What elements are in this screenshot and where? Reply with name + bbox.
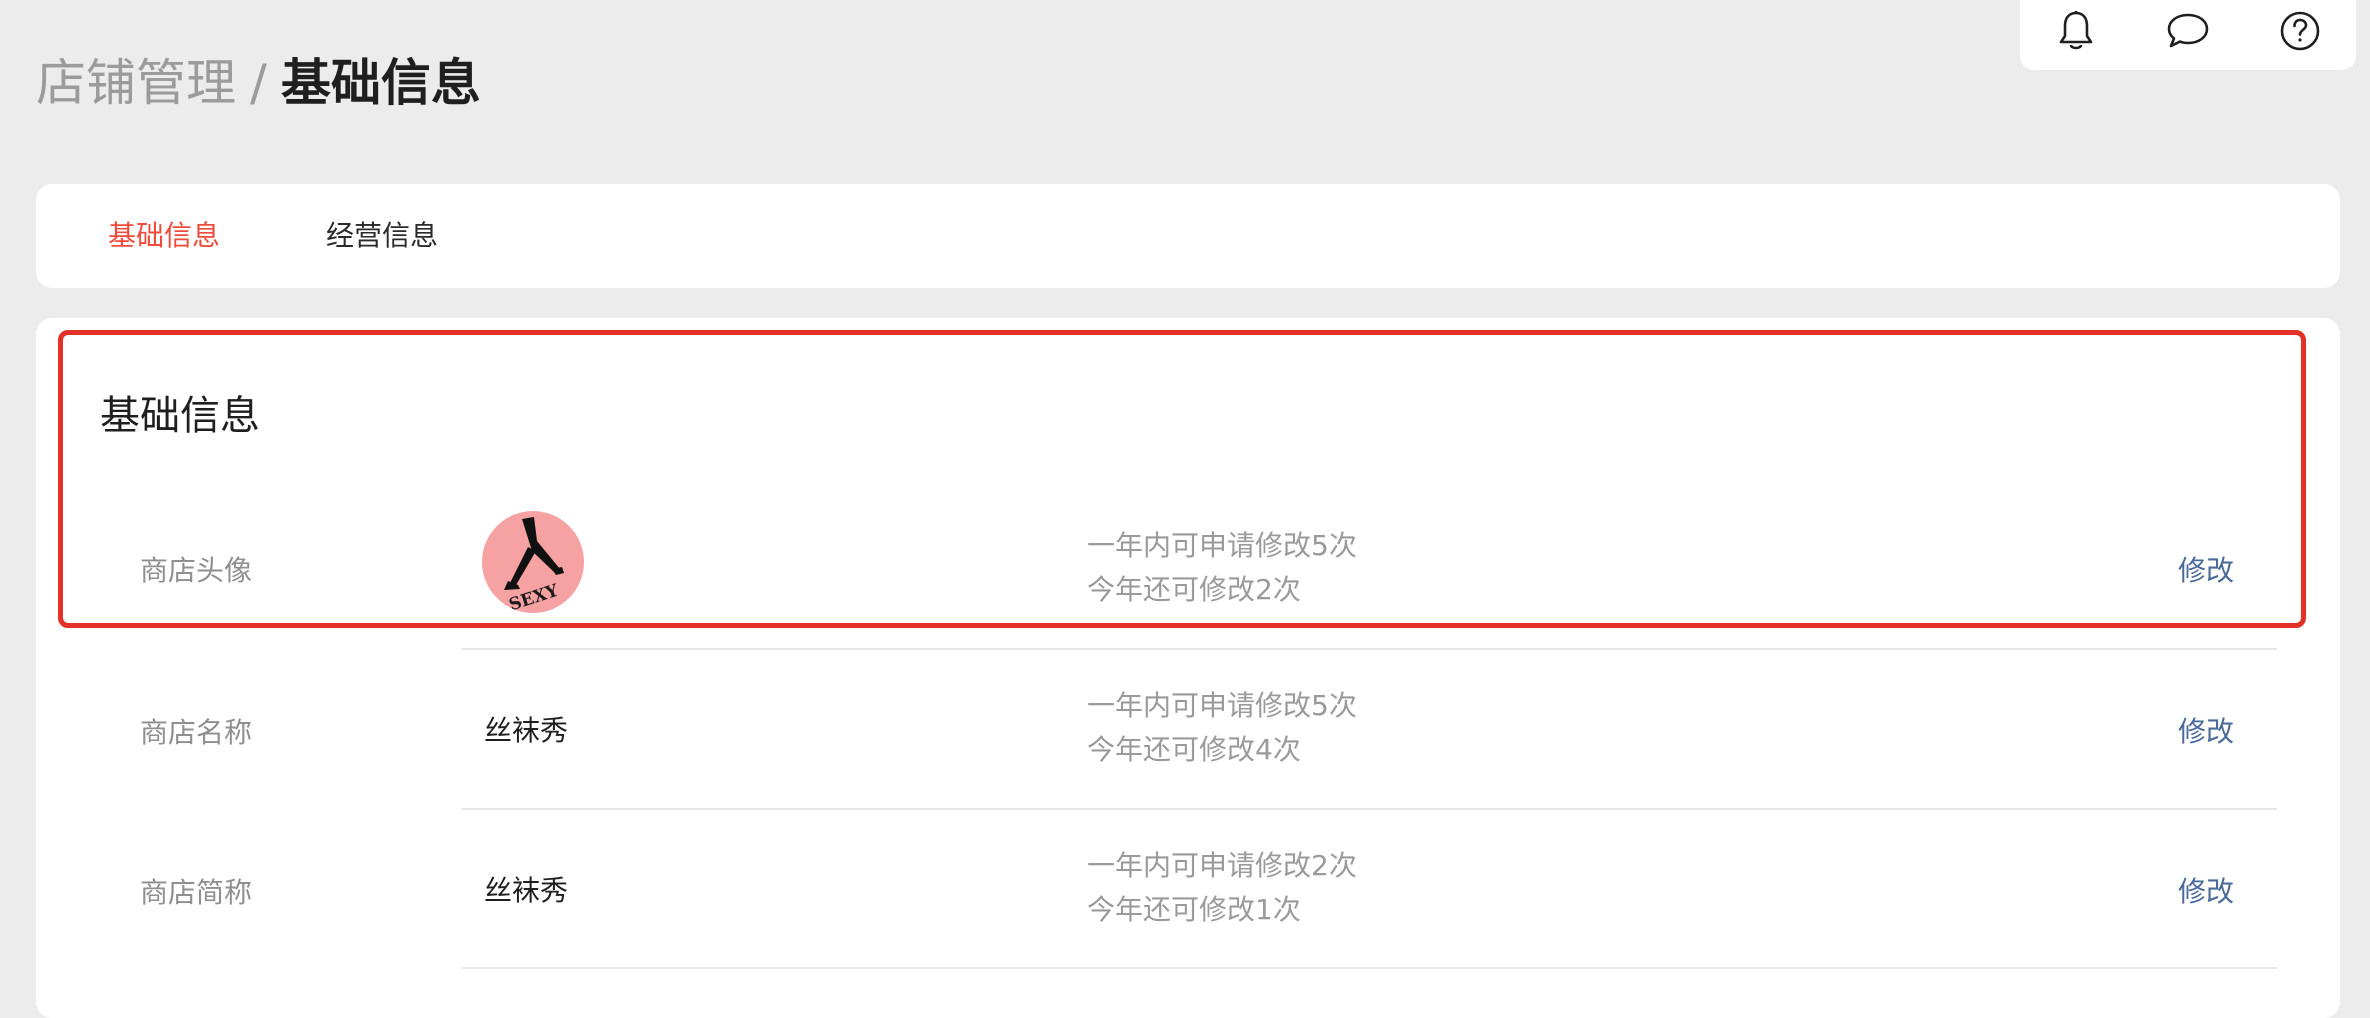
row-label-shop-short-name: 商店简称 bbox=[140, 876, 253, 909]
breadcrumb-parent[interactable]: 店铺管理 bbox=[36, 54, 236, 112]
shop-name-value: 丝袜秀 bbox=[484, 714, 569, 747]
row-label-shop-name: 商店名称 bbox=[140, 716, 253, 749]
edit-shop-name-button[interactable]: 修改 bbox=[2178, 710, 2234, 750]
row-note-shop-name: 一年内可申请修改5次 今年还可修改4次 bbox=[1087, 684, 1357, 772]
tab-basic-info[interactable]: 基础信息 bbox=[108, 184, 220, 288]
row-divider bbox=[462, 808, 2277, 810]
shop-short-name-value: 丝袜秀 bbox=[484, 874, 569, 907]
row-note-line2: 今年还可修改4次 bbox=[1087, 733, 1301, 766]
edit-shop-short-name-button[interactable]: 修改 bbox=[2178, 870, 2234, 910]
row-divider bbox=[462, 648, 2277, 650]
row-note-line2: 今年还可修改2次 bbox=[1087, 573, 1301, 606]
tab-business-info[interactable]: 经营信息 bbox=[326, 184, 438, 288]
section-title: 基础信息 bbox=[100, 393, 260, 439]
row-note-line1: 一年内可申请修改5次 bbox=[1087, 689, 1357, 722]
row-label-avatar: 商店头像 bbox=[140, 554, 253, 587]
chat-icon[interactable] bbox=[2166, 8, 2210, 54]
header-icon-bar bbox=[2020, 0, 2356, 70]
row-note-line2: 今年还可修改1次 bbox=[1087, 893, 1301, 926]
breadcrumb-separator: / bbox=[250, 54, 267, 112]
tab-bar: 基础信息 经营信息 bbox=[36, 184, 2340, 288]
row-note-avatar: 一年内可申请修改5次 今年还可修改2次 bbox=[1087, 524, 1357, 612]
row-note-shop-short-name: 一年内可申请修改2次 今年还可修改1次 bbox=[1087, 844, 1357, 932]
bell-icon[interactable] bbox=[2054, 8, 2098, 54]
help-icon[interactable] bbox=[2278, 8, 2322, 54]
shop-avatar: SEXY bbox=[482, 511, 584, 613]
row-note-line1: 一年内可申请修改2次 bbox=[1087, 849, 1357, 882]
breadcrumb: 店铺管理 / 基础信息 bbox=[36, 48, 481, 118]
page-title: 基础信息 bbox=[280, 54, 481, 112]
edit-avatar-button[interactable]: 修改 bbox=[2178, 549, 2234, 589]
row-note-line1: 一年内可申请修改5次 bbox=[1087, 529, 1357, 562]
row-divider bbox=[462, 967, 2277, 969]
